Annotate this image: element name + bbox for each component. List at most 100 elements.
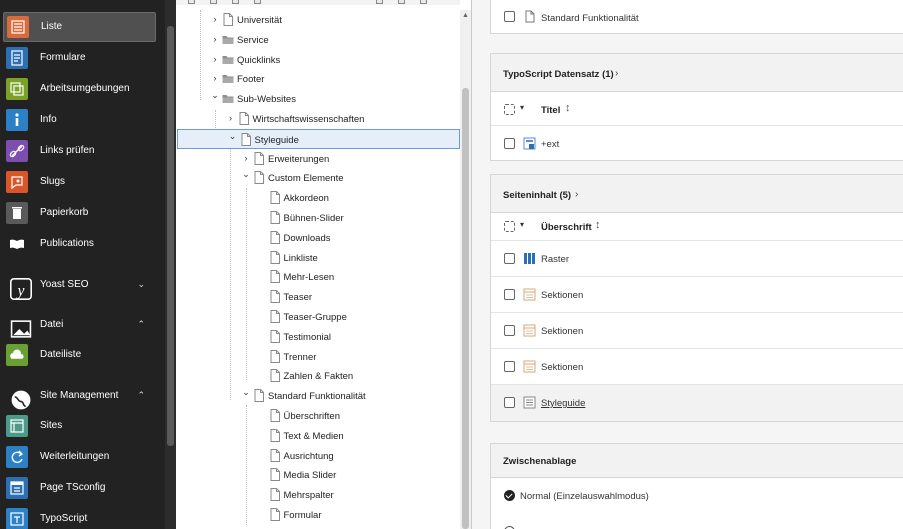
table-row[interactable]: Sektionen <box>491 313 903 349</box>
page-tree-scroll-thumb[interactable] <box>462 88 469 529</box>
expand-chevron-icon[interactable]: › <box>241 153 251 163</box>
caret-down-icon[interactable]: ▾ <box>520 220 524 229</box>
tree-node[interactable]: Teaser-Gruppe <box>176 307 460 327</box>
tree-node[interactable]: › Footer <box>176 69 460 89</box>
new-folder-icon[interactable] <box>210 0 217 4</box>
expand-chevron-icon[interactable]: › <box>210 34 220 44</box>
table-row[interactable]: Raster <box>491 241 903 277</box>
tree-node[interactable]: Downloads <box>176 228 460 248</box>
collapse-chevron-icon[interactable]: ⌄ <box>210 90 220 101</box>
new-recycler-icon[interactable] <box>398 0 405 4</box>
tree-node[interactable]: Ausrichtung <box>176 446 460 466</box>
tree-node[interactable]: Trenner <box>176 347 460 367</box>
module-info[interactable]: Info <box>0 105 165 135</box>
tree-node[interactable]: Mehr-Lesen <box>176 267 460 287</box>
tree-node-label: Teaser-Gruppe <box>283 312 347 323</box>
module-menu-scroll-thumb[interactable] <box>167 26 174 446</box>
module-arbeitsumgebungen[interactable]: Arbeitsumgebungen <box>0 74 165 104</box>
collapse-chevron-icon[interactable]: ⌄ <box>241 169 251 180</box>
module-publications[interactable]: Publications <box>0 229 165 259</box>
module-weiterleitungen[interactable]: Weiterleitungen <box>0 442 165 472</box>
expand-chevron-icon[interactable]: › <box>210 14 220 24</box>
module-liste[interactable]: Liste <box>3 12 156 42</box>
panel-header[interactable]: Seiteninhalt (5) › <box>491 175 903 213</box>
tree-node[interactable]: Zahlen & Fakten <box>176 366 460 386</box>
module-dateiliste[interactable]: Dateiliste <box>0 340 165 370</box>
row-checkbox[interactable] <box>504 361 515 372</box>
module-papierkorb[interactable]: Papierkorb <box>0 198 165 228</box>
row-checkbox[interactable] <box>504 289 515 300</box>
column-header-headline[interactable]: Überschrift <box>541 222 592 233</box>
chevron-down-icon[interactable]: ⌄ <box>137 279 145 290</box>
expand-chevron-icon[interactable]: › <box>226 113 236 123</box>
module-site-management[interactable]: Site Management ⌃ <box>0 380 165 410</box>
collapse-chevron-icon[interactable]: ⌄ <box>241 387 251 398</box>
module-slugs[interactable]: Slugs <box>0 167 165 197</box>
tree-node[interactable]: Bühnen-Slider <box>176 208 460 228</box>
module-yoast-seo[interactable]: y Yoast SEO ⌄ <box>0 269 165 300</box>
tree-node[interactable]: Teaser <box>176 287 460 307</box>
caret-down-icon[interactable]: ▾ <box>520 103 524 112</box>
tree-node[interactable]: › Wirtschaftswissenschaften <box>176 109 460 129</box>
select-all-checkbox[interactable] <box>504 221 515 232</box>
module-datei[interactable]: Datei ⌃ <box>0 309 165 339</box>
tree-node[interactable]: Formular <box>176 505 460 525</box>
expand-chevron-icon[interactable]: › <box>210 54 220 64</box>
collapse-chevron-icon[interactable]: ⌄ <box>228 131 238 142</box>
module-typoscript[interactable]: TypoScript <box>0 504 165 529</box>
row-checkbox[interactable] <box>504 325 515 336</box>
panel-header[interactable]: TypoScript Datensatz (1) › <box>491 54 903 92</box>
tree-node[interactable]: Media Slider <box>176 465 460 485</box>
column-header-title[interactable]: Titel <box>541 105 560 116</box>
table-row[interactable]: Sektionen <box>491 349 903 385</box>
tree-node[interactable]: ⌄ Sub-Websites <box>176 89 460 109</box>
tree-node[interactable]: ⌄ Standard Funktionalität <box>176 386 460 406</box>
module-menu-scrollbar[interactable] <box>165 0 176 529</box>
table-row[interactable]: +ext <box>491 126 903 160</box>
tree-node[interactable]: › Service <box>176 30 460 50</box>
module-sites[interactable]: Sites <box>0 411 165 441</box>
tree-node[interactable]: Text & Medien <box>176 426 460 446</box>
tree-node[interactable]: ⌄ Custom Elemente <box>176 168 460 188</box>
clipboard-mode-option[interactable] <box>491 514 903 529</box>
tree-node[interactable]: Überschriften <box>176 406 460 426</box>
clipboard-mode-option[interactable]: Normal (Einzelauswahlmodus) <box>491 478 903 514</box>
tree-node[interactable]: ⌄ Styleguide <box>177 128 460 149</box>
new-sysfolder-icon[interactable] <box>376 0 383 4</box>
tree-node[interactable]: Akkordeon <box>176 188 460 208</box>
page-icon <box>269 488 281 502</box>
module-formulare[interactable]: Formulare <box>0 43 165 73</box>
chevron-up-icon[interactable]: ⌃ <box>137 319 145 330</box>
tree-node[interactable]: › Quicklinks <box>176 50 460 70</box>
new-mountpoint-icon[interactable] <box>420 0 427 4</box>
sort-icon[interactable]: ↕ <box>565 102 571 114</box>
tree-node[interactable]: Linkliste <box>176 248 460 268</box>
new-page-icon[interactable] <box>188 0 195 4</box>
row-checkbox[interactable] <box>504 397 515 408</box>
tree-node[interactable]: › Erweiterungen <box>176 149 460 169</box>
chevron-right-icon[interactable]: › <box>615 68 618 79</box>
sort-icon[interactable]: ↕ <box>595 219 601 231</box>
tree-node[interactable]: Mehrspalter <box>176 485 460 505</box>
table-row[interactable]: Styleguide <box>491 385 903 421</box>
section-content-icon <box>523 360 536 373</box>
module-page-tsconfig[interactable]: Page TSconfig <box>0 473 165 503</box>
tree-node[interactable]: › Universität <box>176 10 460 30</box>
scroll-up-arrow-icon[interactable]: ▲ <box>462 12 469 19</box>
table-row[interactable]: Sektionen <box>491 277 903 313</box>
new-shortcut-icon[interactable] <box>254 0 261 4</box>
page-tree-scrollbar[interactable]: ▲ <box>460 10 471 529</box>
chevron-up-icon[interactable]: ⌃ <box>137 390 145 401</box>
select-all-checkbox[interactable] <box>504 104 515 115</box>
row-checkbox[interactable] <box>504 11 515 22</box>
module-links-prüfen[interactable]: Links prüfen <box>0 136 165 166</box>
row-checkbox[interactable] <box>504 138 515 149</box>
row-label[interactable]: Styleguide <box>541 398 585 409</box>
new-link-icon[interactable] <box>232 0 239 4</box>
tree-node[interactable]: Testimonial <box>176 327 460 347</box>
chevron-right-icon[interactable]: › <box>575 189 578 200</box>
expand-chevron-icon[interactable]: › <box>210 73 220 83</box>
table-row[interactable]: Standard Funktionalität <box>491 0 903 35</box>
row-checkbox[interactable] <box>504 253 515 264</box>
checked-radio-icon[interactable] <box>504 490 515 501</box>
